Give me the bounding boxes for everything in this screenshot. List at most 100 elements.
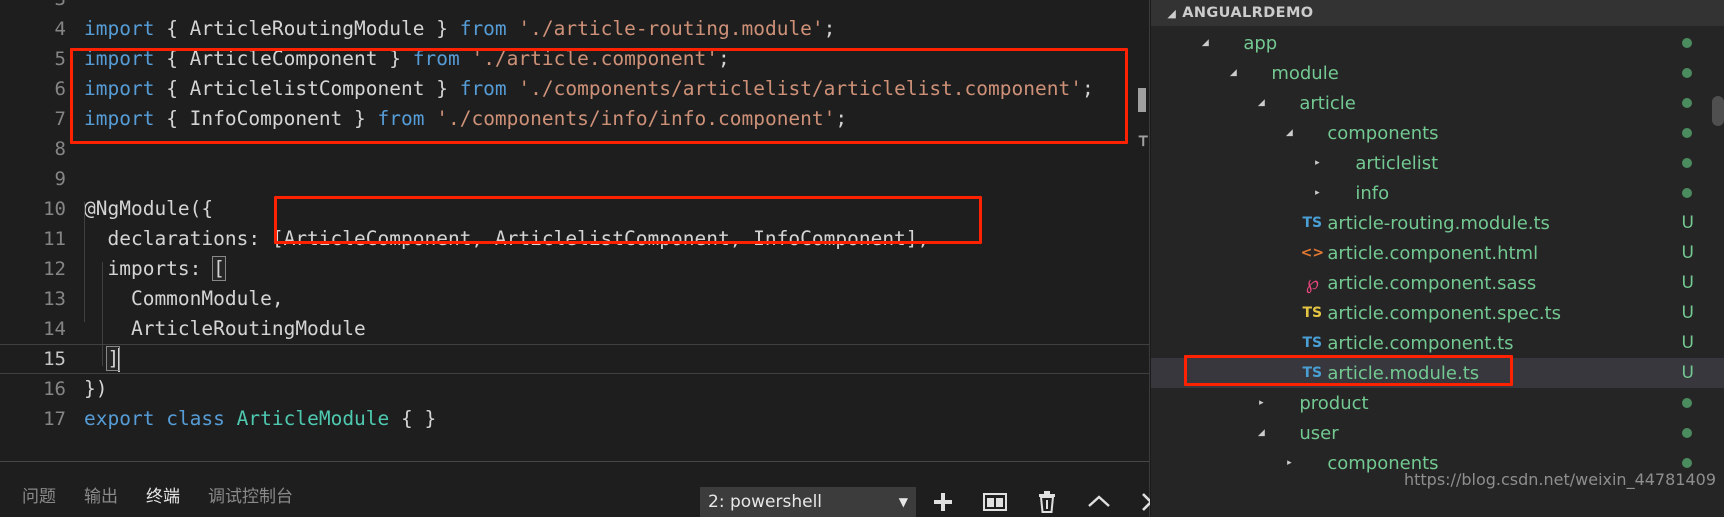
tree-file-row[interactable]: TS article-routing.module.ts U — [1151, 208, 1724, 238]
tree-folder-row[interactable]: ◢ components — [1151, 118, 1724, 148]
code-token: { InfoComponent } — [154, 107, 378, 130]
tree-folder-row[interactable]: ◢ app — [1151, 28, 1724, 58]
code-line-text: CommonModule, — [66, 284, 284, 314]
code-line-text: import { InfoComponent } from './compone… — [66, 104, 847, 134]
chevron-right-icon[interactable]: ▸ — [1281, 458, 1297, 468]
tree-item-label: article-routing.module.ts — [1327, 212, 1550, 234]
split-terminal-button[interactable] — [982, 489, 1008, 515]
code-token: class — [166, 407, 225, 430]
code-line-text: imports: [ — [66, 254, 226, 284]
line-number: 16 — [43, 378, 66, 400]
new-terminal-button[interactable] — [930, 489, 956, 515]
tree-file-row[interactable]: TS article.component.ts U — [1151, 328, 1724, 358]
tree-folder-row[interactable]: ▸ articlelist — [1151, 148, 1724, 178]
chevron-down-icon[interactable]: ◢ — [1225, 68, 1241, 78]
sidebar-scrollbar[interactable] — [1712, 0, 1724, 517]
maximize-panel-button[interactable] — [1086, 489, 1112, 515]
tree-file-row[interactable]: TS article.module.ts U — [1151, 358, 1724, 388]
tree-folder-row[interactable]: ◢ article — [1151, 88, 1724, 118]
code-line[interactable]: 8 — [0, 134, 1149, 164]
terminal-selector[interactable]: 2: powershell ▼ — [700, 487, 916, 517]
text-cursor — [118, 347, 121, 372]
tree-item-label: articlelist — [1355, 152, 1439, 174]
chevron-right-icon[interactable]: ▸ — [1253, 398, 1269, 408]
ts-file-icon: TS — [1302, 215, 1323, 231]
explorer-section-header[interactable]: ◢ ANGUALRDEMO — [1151, 0, 1724, 26]
tree-file-row[interactable]: TS article.component.spec.ts U — [1151, 298, 1724, 328]
code-line[interactable]: 13 CommonModule, — [0, 284, 1149, 314]
code-line[interactable]: 9 — [0, 164, 1149, 194]
code-line-text: ] — [66, 344, 121, 374]
chevron-down-icon: ▼ — [898, 495, 908, 509]
code-token: import — [84, 17, 155, 40]
code-line[interactable]: 4 import { ArticleRoutingModule } from '.… — [0, 14, 1149, 44]
indent-guide — [102, 262, 103, 366]
panel-tab-3[interactable]: 调试控制台 — [194, 477, 307, 517]
folder-change-indicator — [1682, 398, 1692, 408]
code-line[interactable]: 6 import { ArticlelistComponent } from '.… — [0, 74, 1149, 104]
code-line[interactable]: 16}) — [0, 374, 1149, 404]
code-editor[interactable]: 34import { ArticleRoutingModule } from '… — [0, 0, 1150, 461]
line-number: 11 — [43, 228, 66, 250]
tree-folder-row[interactable]: ▸ product — [1151, 388, 1724, 418]
code-line-text: export class ArticleModule { } — [66, 404, 436, 434]
chevron-down-icon[interactable]: ◢ — [1253, 428, 1269, 438]
code-line[interactable]: 10 @NgModule({ — [0, 194, 1149, 224]
git-status-badge: U — [1681, 273, 1694, 293]
tree-item-label: module — [1271, 62, 1339, 84]
code-token: import — [84, 77, 155, 100]
code-line[interactable]: 17 export class ArticleModule { } — [0, 404, 1149, 434]
code-line[interactable]: 3 — [0, 0, 1149, 14]
tree-folder-row[interactable]: ◢ user — [1151, 418, 1724, 448]
bottom-panel: 问题 输出 终端 调试控制台 2: powershell ▼ — [0, 461, 1160, 517]
code-line-text: import { ArticleRoutingModule } from './… — [66, 14, 835, 44]
line-number: 5 — [54, 48, 66, 70]
chevron-down-icon[interactable]: ◢ — [1197, 38, 1213, 48]
panel-tab-0[interactable]: 问题 — [8, 477, 70, 517]
code-token: import — [84, 107, 155, 130]
code-line[interactable]: 12 imports: [ — [0, 254, 1149, 284]
chevron-down-icon[interactable]: ◢ — [1281, 128, 1297, 138]
overview-ruler[interactable]: ⊤ — [1135, 0, 1149, 461]
file-tree[interactable]: ◢ app ◢ module ◢ article ◢ components ▸ articleli… — [1151, 26, 1724, 517]
code-line[interactable]: 7 import { InfoComponent } from './compon… — [0, 104, 1149, 134]
chevron-right-icon[interactable]: ▸ — [1309, 188, 1325, 198]
tree-folder-row[interactable]: ◢ module — [1151, 58, 1724, 88]
code-token: ; — [835, 107, 848, 130]
tree-item-label: product — [1299, 392, 1369, 414]
code-line[interactable]: 11 declarations: [ArticleComponent, Arti… — [0, 224, 1149, 254]
tree-file-row[interactable]: <> article.component.html U — [1151, 238, 1724, 268]
code-line[interactable]: 14 ArticleRoutingModule — [0, 314, 1149, 344]
code-lines[interactable]: 34import { ArticleRoutingModule } from '… — [0, 0, 1150, 434]
ruler-mark-secondary: ⊤ — [1138, 131, 1149, 151]
git-status-badge: U — [1681, 363, 1694, 383]
code-line-text: }) — [66, 374, 107, 404]
kill-terminal-button[interactable] — [1034, 489, 1060, 515]
chevron-down-icon[interactable]: ◢ — [1253, 98, 1269, 108]
code-token: './article.component' — [471, 47, 718, 70]
line-number: 15 — [43, 348, 66, 370]
chevron-down-icon: ◢ — [1167, 6, 1177, 20]
folder-change-indicator — [1682, 158, 1692, 168]
code-line[interactable]: 5 import { ArticleComponent } from './art… — [0, 44, 1149, 74]
panel-tab-list: 问题 输出 终端 调试控制台 — [0, 477, 307, 517]
code-token: ; — [1081, 77, 1094, 100]
code-line[interactable]: 15 ] — [0, 344, 1150, 374]
ts-file-icon: TS — [1302, 365, 1323, 381]
panel-tab-2[interactable]: 终端 — [132, 477, 194, 517]
tree-folder-row[interactable]: ▸ info — [1151, 178, 1724, 208]
chevron-right-icon[interactable]: ▸ — [1309, 158, 1325, 168]
code-token: import — [84, 47, 155, 70]
folder-change-indicator — [1682, 428, 1692, 438]
sidebar-scrollbar-thumb[interactable] — [1712, 96, 1724, 126]
tree-file-row[interactable]: ℘ article.component.sass U — [1151, 268, 1724, 298]
spec-file-icon: TS — [1302, 305, 1323, 321]
code-token: './components/info/info.component' — [436, 107, 836, 130]
ruler-mark — [1138, 88, 1147, 112]
code-token: { ArticleComponent } — [154, 47, 413, 70]
panel-tab-1[interactable]: 输出 — [70, 477, 132, 517]
